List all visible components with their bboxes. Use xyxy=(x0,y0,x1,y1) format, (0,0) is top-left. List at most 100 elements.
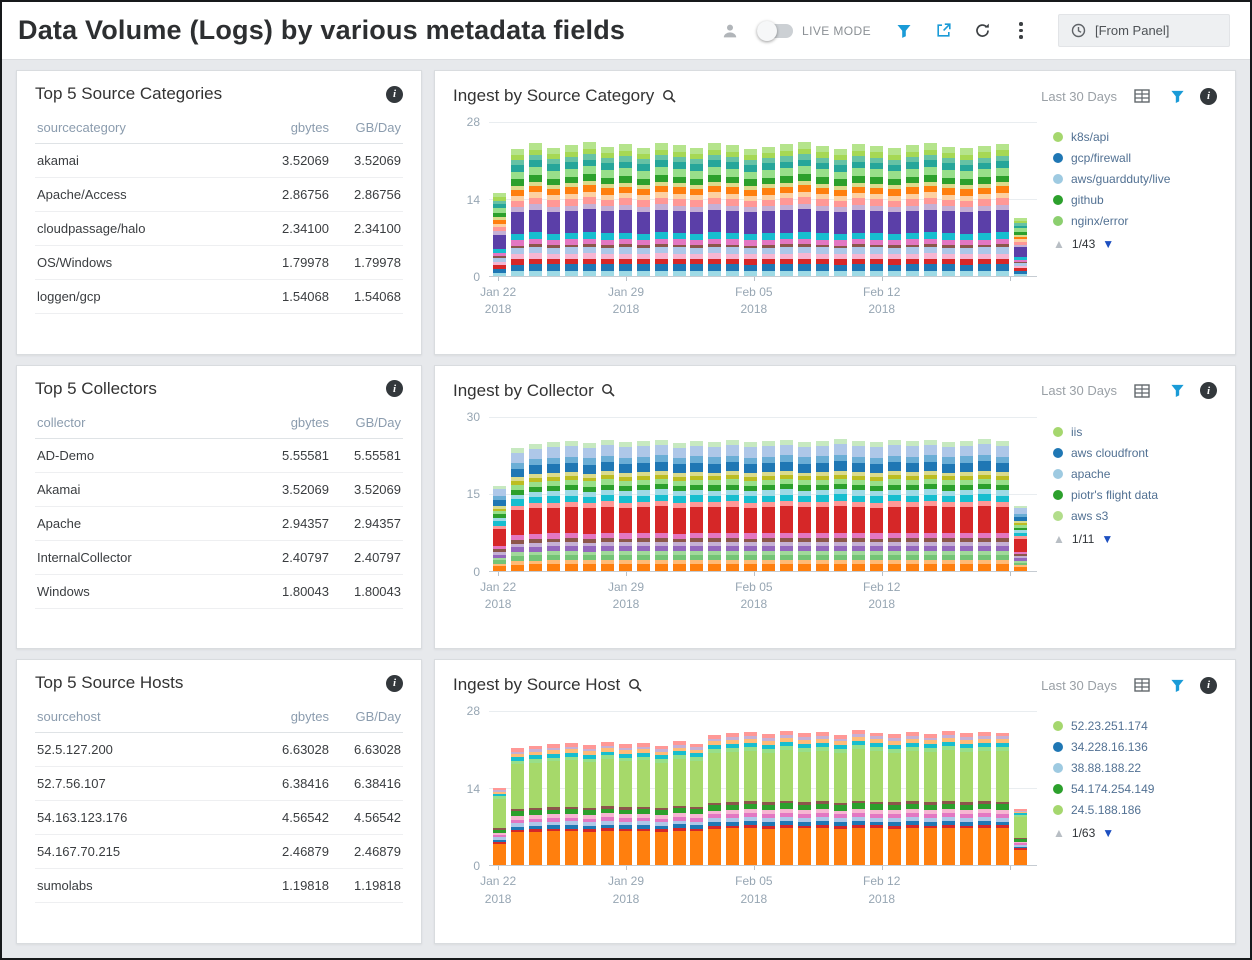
column-header-gbday[interactable]: GB/Day xyxy=(331,113,403,144)
column-header-gbday[interactable]: GB/Day xyxy=(331,702,403,733)
stacked-bar[interactable] xyxy=(996,441,1009,570)
stacked-bar[interactable] xyxy=(762,734,775,865)
stacked-bar[interactable] xyxy=(619,144,632,276)
stacked-bar[interactable] xyxy=(924,143,937,276)
table-row[interactable]: sumolabs1.198181.19818 xyxy=(35,869,403,903)
stacked-bar[interactable] xyxy=(511,149,524,276)
stacked-bar[interactable] xyxy=(996,144,1009,276)
stacked-bar[interactable] xyxy=(529,444,542,571)
table-row[interactable]: OS/Windows1.799781.79978 xyxy=(35,246,403,280)
table-row[interactable]: 52.7.56.1076.384166.38416 xyxy=(35,767,403,801)
stacked-bar[interactable] xyxy=(1014,218,1027,276)
stacked-bar[interactable] xyxy=(816,732,829,865)
stacked-bar[interactable] xyxy=(816,441,829,571)
legend-item[interactable]: aws/guardduty/live xyxy=(1053,172,1217,186)
time-range-label[interactable]: Last 30 Days xyxy=(1041,89,1117,104)
stacked-bar[interactable] xyxy=(960,441,973,571)
legend-item[interactable]: 34.228.16.136 xyxy=(1053,740,1217,754)
legend-item[interactable]: github xyxy=(1053,193,1217,207)
legend-item[interactable]: aws cloudfront xyxy=(1053,446,1217,460)
stacked-bar[interactable] xyxy=(888,440,901,571)
legend-item[interactable]: aws s3 xyxy=(1053,509,1217,523)
stacked-bar[interactable] xyxy=(655,746,668,865)
table-row[interactable]: loggen/gcp1.540681.54068 xyxy=(35,280,403,314)
stacked-bar[interactable] xyxy=(673,443,686,571)
table-row[interactable]: Apache/Access2.867562.86756 xyxy=(35,178,403,212)
legend-item[interactable]: 54.174.254.149 xyxy=(1053,782,1217,796)
stacked-bar[interactable] xyxy=(744,442,757,571)
stacked-bar[interactable] xyxy=(583,142,596,276)
stacked-bar[interactable] xyxy=(888,148,901,276)
stacked-bar[interactable] xyxy=(673,145,686,276)
table-row[interactable]: Windows1.800431.80043 xyxy=(35,574,403,608)
time-range-label[interactable]: Last 30 Days xyxy=(1041,678,1117,693)
info-icon[interactable]: i xyxy=(1200,382,1217,399)
stacked-bar[interactable] xyxy=(547,442,560,571)
stacked-bar[interactable] xyxy=(1014,506,1027,571)
stacked-bar[interactable] xyxy=(870,442,883,571)
stacked-bar[interactable] xyxy=(834,439,847,571)
stacked-bar[interactable] xyxy=(798,142,811,276)
stacked-bar[interactable] xyxy=(978,732,991,865)
stacked-bar[interactable] xyxy=(726,145,739,276)
stacked-bar[interactable] xyxy=(690,744,703,866)
magnifier-icon[interactable] xyxy=(626,676,644,694)
stacked-bar[interactable] xyxy=(637,743,650,865)
legend-item[interactable]: piotr's flight data xyxy=(1053,488,1217,502)
column-header-collector[interactable]: collector xyxy=(35,408,249,439)
stacked-bar[interactable] xyxy=(565,441,578,570)
stacked-bar[interactable] xyxy=(780,144,793,276)
stacked-bar[interactable] xyxy=(798,442,811,571)
share-icon[interactable] xyxy=(931,19,955,43)
stacked-bar[interactable] xyxy=(1014,809,1027,865)
column-header-gbytes[interactable]: gbytes xyxy=(249,702,331,733)
time-range-selector[interactable]: [From Panel] xyxy=(1058,14,1230,47)
legend-item[interactable]: 24.5.188.186 xyxy=(1053,803,1217,817)
info-icon[interactable]: i xyxy=(386,86,403,103)
column-header-gbday[interactable]: GB/Day xyxy=(331,408,403,439)
stacked-bar[interactable] xyxy=(565,743,578,865)
stacked-bar[interactable] xyxy=(637,148,650,276)
stacked-bar[interactable] xyxy=(708,735,721,866)
stacked-bar[interactable] xyxy=(547,148,560,276)
stacked-bar[interactable] xyxy=(583,443,596,570)
table-row[interactable]: cloudpassage/halo2.341002.34100 xyxy=(35,212,403,246)
pager-up-icon[interactable]: ▲ xyxy=(1053,532,1065,546)
stacked-bar[interactable] xyxy=(852,441,865,570)
column-header-sourcehost[interactable]: sourcehost xyxy=(35,702,249,733)
stacked-bar[interactable] xyxy=(870,733,883,866)
stacked-bar[interactable] xyxy=(924,440,937,571)
stacked-bar[interactable] xyxy=(762,147,775,276)
magnifier-icon[interactable] xyxy=(600,382,618,400)
legend-item[interactable]: gcp/firewall xyxy=(1053,151,1217,165)
table-row[interactable]: 54.163.123.1764.565424.56542 xyxy=(35,801,403,835)
stacked-bar[interactable] xyxy=(762,441,775,570)
table-view-icon[interactable] xyxy=(1130,379,1154,403)
filter-icon[interactable] xyxy=(1165,673,1189,697)
table-view-icon[interactable] xyxy=(1130,84,1154,108)
info-icon[interactable]: i xyxy=(386,675,403,692)
stacked-bar[interactable] xyxy=(529,143,542,276)
stacked-bar[interactable] xyxy=(852,730,865,865)
kebab-menu-icon[interactable] xyxy=(1009,19,1033,43)
stacked-bar[interactable] xyxy=(942,731,955,865)
legend-item[interactable]: nginx/error xyxy=(1053,214,1217,228)
stacked-bar[interactable] xyxy=(906,732,919,865)
stacked-bar[interactable] xyxy=(655,143,668,276)
stacked-bar[interactable] xyxy=(547,744,560,865)
stacked-bar[interactable] xyxy=(601,147,614,276)
pager-up-icon[interactable]: ▲ xyxy=(1053,237,1065,251)
column-header-gbytes[interactable]: gbytes xyxy=(249,113,331,144)
stacked-bar[interactable] xyxy=(673,741,686,865)
table-row[interactable]: InternalCollector2.407972.40797 xyxy=(35,540,403,574)
stacked-bar[interactable] xyxy=(924,734,937,866)
info-icon[interactable]: i xyxy=(386,380,403,397)
stacked-bar[interactable] xyxy=(511,748,524,865)
stacked-bar[interactable] xyxy=(601,440,614,571)
stacked-bar[interactable] xyxy=(852,144,865,276)
time-range-label[interactable]: Last 30 Days xyxy=(1041,383,1117,398)
stacked-bar[interactable] xyxy=(726,733,739,865)
stacked-bar[interactable] xyxy=(978,439,991,571)
table-row[interactable]: Apache2.943572.94357 xyxy=(35,506,403,540)
stacked-bar[interactable] xyxy=(906,145,919,276)
